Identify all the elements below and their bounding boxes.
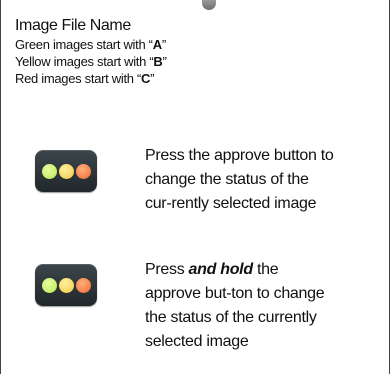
legend-title: Image File Name: [15, 17, 131, 34]
traffic-light-icon: [35, 264, 97, 306]
rule-red: Red images start with “C”: [15, 71, 155, 86]
yellow-light-icon: [58, 277, 74, 293]
green-light-icon: [41, 277, 57, 293]
help-panel: Image File Name Green images start with …: [0, 0, 390, 374]
red-light-icon: [75, 163, 91, 179]
traffic-light-icon: [35, 150, 97, 192]
yellow-light-icon: [58, 163, 74, 179]
red-light-icon: [75, 277, 91, 293]
file-name-legend: Image File Name Green images start with …: [15, 16, 167, 87]
approve-hold-row: Press and hold the approve but-ton to ch…: [35, 260, 335, 354]
rule-green: Green images start with “A”: [15, 37, 166, 52]
approve-hold-description: Press and hold the approve but-ton to ch…: [145, 261, 325, 350]
panel-left-border: [0, 0, 1, 374]
green-light-icon: [41, 163, 57, 179]
panel-pointer-tab: [202, 0, 216, 10]
rule-yellow: Yellow images start with “B”: [15, 54, 167, 69]
approve-press-row: Press the approve button to change the s…: [35, 146, 335, 216]
approve-press-description: Press the approve button to change the s…: [145, 147, 334, 212]
